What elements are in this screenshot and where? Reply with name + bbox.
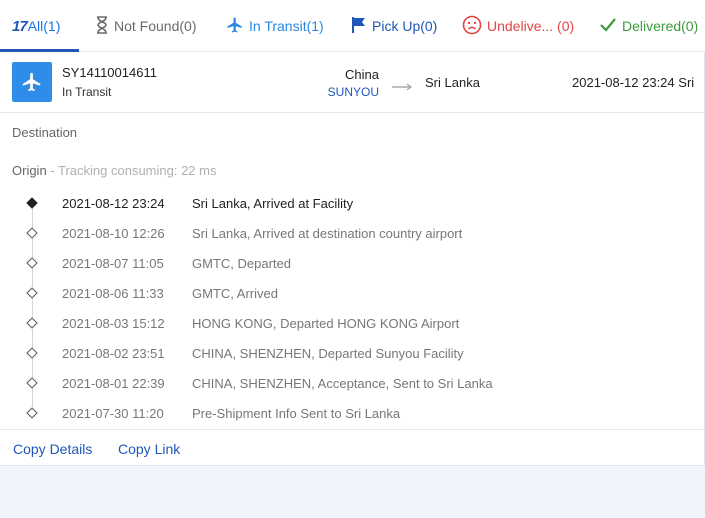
event-time: 2021-08-06 11:33 (62, 286, 164, 301)
sad-face-icon (462, 15, 482, 38)
event-time: 2021-08-10 12:26 (62, 226, 165, 241)
tab-all[interactable]: 17 All(1) (12, 0, 60, 52)
diamond-marker-icon (26, 347, 38, 359)
origin-section-label: Origin - Tracking consuming: 22 ms (12, 163, 216, 178)
tab-in-transit-label: In Transit(1) (249, 18, 324, 34)
timeline-event: 2021-08-01 22:39 CHINA, SHENZHEN, Accept… (0, 369, 705, 399)
tab-undelivered-label: Undelive... (0) (487, 18, 575, 34)
tracking-number: SY14110014611 (62, 65, 157, 80)
flag-icon (351, 16, 367, 37)
last-event-place: Sri (678, 75, 695, 90)
hourglass-icon (95, 15, 109, 37)
event-time: 2021-08-03 15:12 (62, 316, 165, 331)
shipment-status: In Transit (62, 85, 112, 99)
origin-label-text: Origin (12, 163, 47, 178)
event-time: 2021-08-01 22:39 (62, 376, 165, 391)
diamond-marker-icon (26, 257, 38, 269)
checkmark-icon (599, 17, 617, 36)
diamond-marker-icon (26, 227, 38, 239)
diamond-marker-icon (26, 407, 38, 419)
timeline-event: 2021-07-30 11:20 Pre-Shipment Info Sent … (0, 399, 705, 429)
destination-section-label: Destination (12, 125, 78, 140)
shipment-summary-row[interactable]: SY14110014611 In Transit China SUNYOU Sr… (0, 52, 705, 113)
card-footer: Copy Details Copy Link (0, 429, 705, 466)
shipment-card: SY14110014611 In Transit China SUNYOU Sr… (0, 52, 705, 466)
event-description: GMTC, Departed (192, 256, 291, 271)
timeline-event: 2021-08-03 15:12 HONG KONG, Departed HON… (0, 309, 705, 339)
event-description: HONG KONG, Departed HONG KONG Airport (192, 316, 460, 331)
tab-delivered-label: Delivered(0) (622, 18, 699, 34)
timeline-event: 2021-08-06 11:33 GMTC, Arrived (0, 279, 705, 309)
tracking-time-note: - Tracking consuming: 22 ms (46, 163, 217, 178)
carrier-name[interactable]: SUNYOU (328, 85, 379, 99)
event-time: 2021-07-30 11:20 (62, 406, 164, 421)
diamond-marker-icon (26, 377, 38, 389)
destination-country: Sri Lanka (425, 75, 480, 90)
origin-country: China (345, 67, 379, 82)
timeline-event: 2021-08-12 23:24 Sri Lanka, Arrived at F… (0, 189, 705, 219)
event-time: 2021-08-07 11:05 (62, 256, 164, 271)
timeline-event: 2021-08-02 23:51 CHINA, SHENZHEN, Depart… (0, 339, 705, 369)
diamond-marker-icon (26, 287, 38, 299)
event-description: CHINA, SHENZHEN, Acceptance, Sent to Sri… (192, 376, 493, 391)
last-event-time: 2021-08-12 23:24 (572, 75, 675, 90)
arrow-right-icon (392, 78, 414, 94)
status-tab-bar: 17 All(1) Not Found(0) In Transit(1) Pic… (0, 0, 705, 52)
event-description: Pre-Shipment Info Sent to Sri Lanka (192, 406, 401, 421)
tab-not-found-label: Not Found(0) (114, 18, 197, 34)
logo-17-icon: 17 (12, 17, 28, 35)
tab-pick-up-label: Pick Up(0) (372, 18, 438, 34)
tab-not-found[interactable]: Not Found(0) (95, 0, 196, 52)
copy-link-link[interactable]: Copy Link (118, 441, 180, 457)
airplane-icon (226, 16, 244, 37)
event-description: GMTC, Arrived (192, 286, 278, 301)
event-description: Sri Lanka, Arrived at Facility (192, 196, 354, 211)
event-time: 2021-08-12 23:24 (62, 196, 165, 211)
copy-details-link[interactable]: Copy Details (13, 441, 92, 457)
diamond-marker-icon (26, 317, 38, 329)
event-time: 2021-08-02 23:51 (62, 346, 165, 361)
timeline-event: 2021-08-10 12:26 Sri Lanka, Arrived at d… (0, 219, 705, 249)
event-description: Sri Lanka, Arrived at destination countr… (192, 226, 463, 241)
timeline-event: 2021-08-07 11:05 GMTC, Departed (0, 249, 705, 279)
tab-pick-up[interactable]: Pick Up(0) (351, 0, 437, 52)
last-event-summary: 2021-08-12 23:24 Sri (572, 75, 694, 90)
status-airplane-icon (12, 62, 52, 102)
tracking-page: 17 All(1) Not Found(0) In Transit(1) Pic… (0, 0, 705, 518)
tab-delivered[interactable]: Delivered(0) (599, 0, 698, 52)
tab-in-transit[interactable]: In Transit(1) (226, 0, 324, 52)
tab-undelivered[interactable]: Undelive... (0) (462, 0, 574, 52)
diamond-marker-icon (26, 197, 38, 209)
event-description: CHINA, SHENZHEN, Departed Sunyou Facilit… (192, 346, 464, 361)
tab-all-label: All(1) (27, 18, 61, 34)
